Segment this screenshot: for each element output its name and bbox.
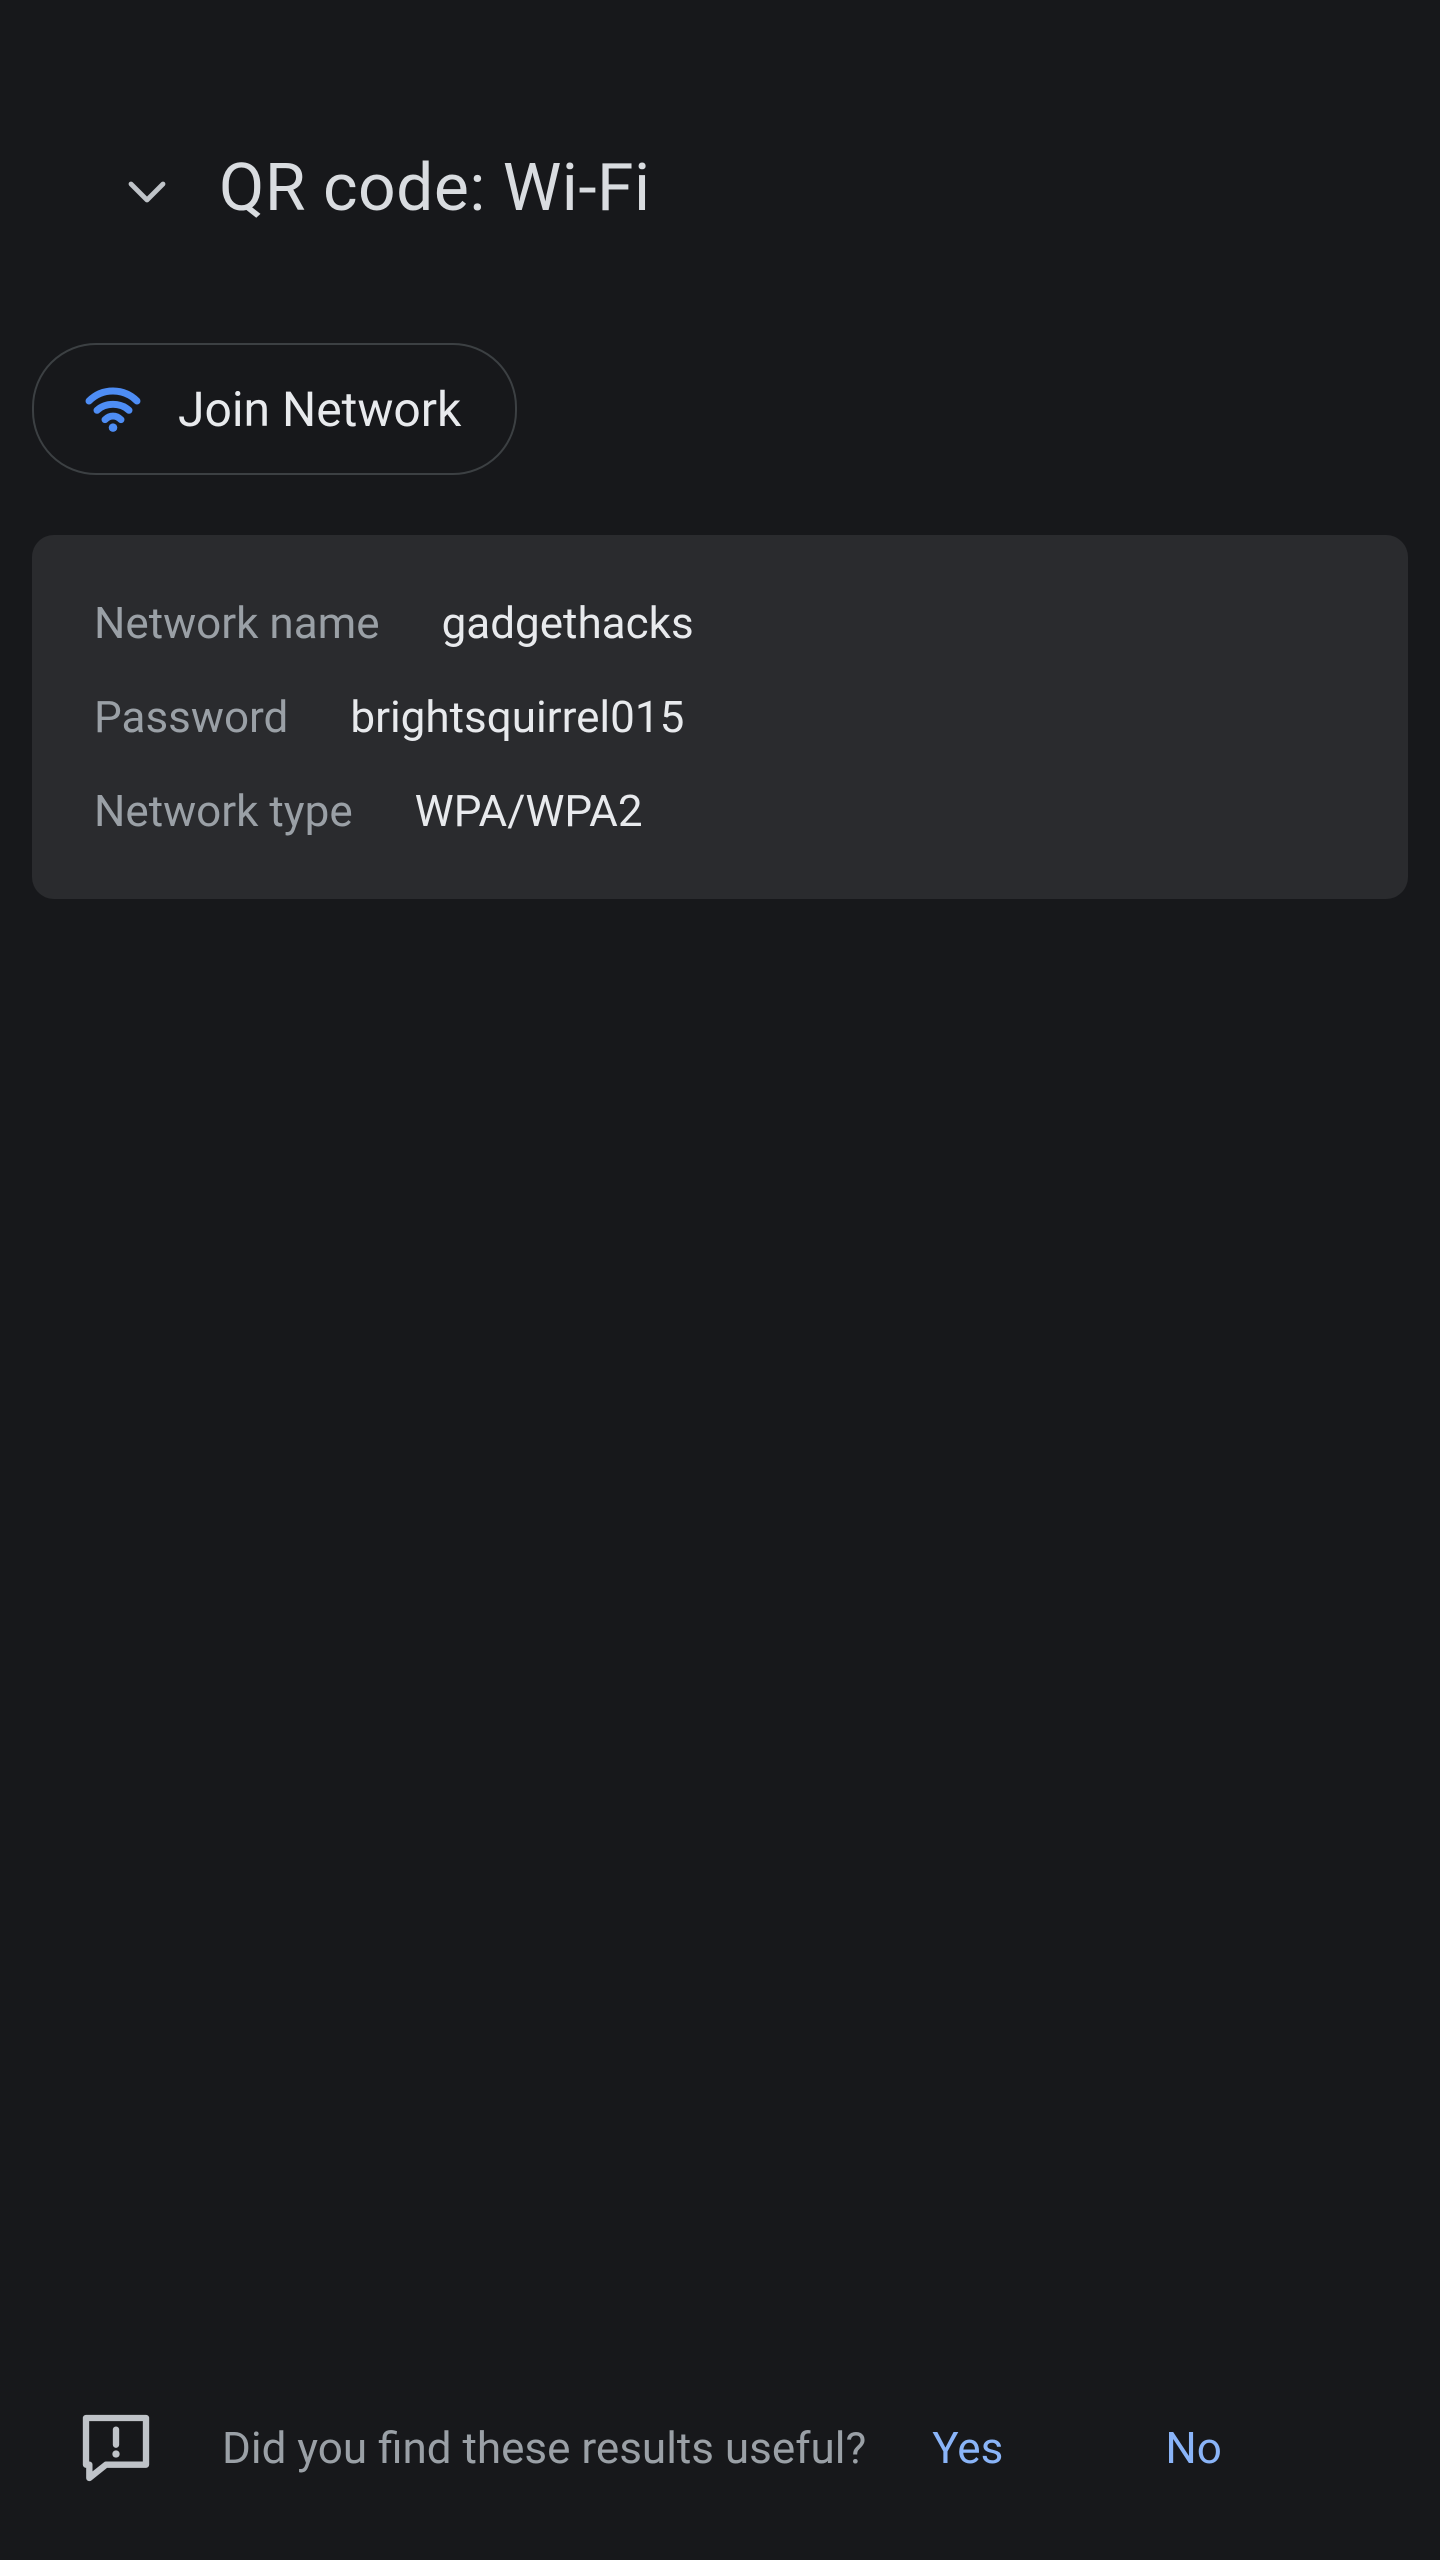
network-name-row: Network name gadgethacks <box>94 597 1346 649</box>
wifi-icon <box>78 374 148 444</box>
chevron-down-icon <box>123 168 171 216</box>
password-value: brightsquirrel015 <box>350 691 684 743</box>
network-name-value: gadgethacks <box>442 597 694 649</box>
feedback-button[interactable] <box>72 2404 160 2492</box>
feedback-question: Did you find these results useful? <box>222 2422 866 2474</box>
password-label: Password <box>94 691 288 743</box>
network-name-label: Network name <box>94 597 380 649</box>
feedback-icon <box>76 2408 156 2488</box>
password-row: Password brightsquirrel015 <box>94 691 1346 743</box>
join-network-label: Join Network <box>178 381 461 438</box>
feedback-yes-button[interactable]: Yes <box>896 2394 1039 2502</box>
feedback-no-button[interactable]: No <box>1129 2394 1257 2502</box>
network-type-row: Network type WPA/WPA2 <box>94 785 1346 837</box>
collapse-button[interactable] <box>115 160 179 224</box>
wifi-details-card: Network name gadgethacks Password bright… <box>32 535 1408 899</box>
network-type-value: WPA/WPA2 <box>415 785 643 837</box>
join-network-button[interactable]: Join Network <box>32 343 517 475</box>
network-type-label: Network type <box>94 785 353 837</box>
page-title: QR code: Wi-Fi <box>219 150 651 227</box>
feedback-bar: Did you find these results useful? Yes N… <box>0 2348 1440 2548</box>
